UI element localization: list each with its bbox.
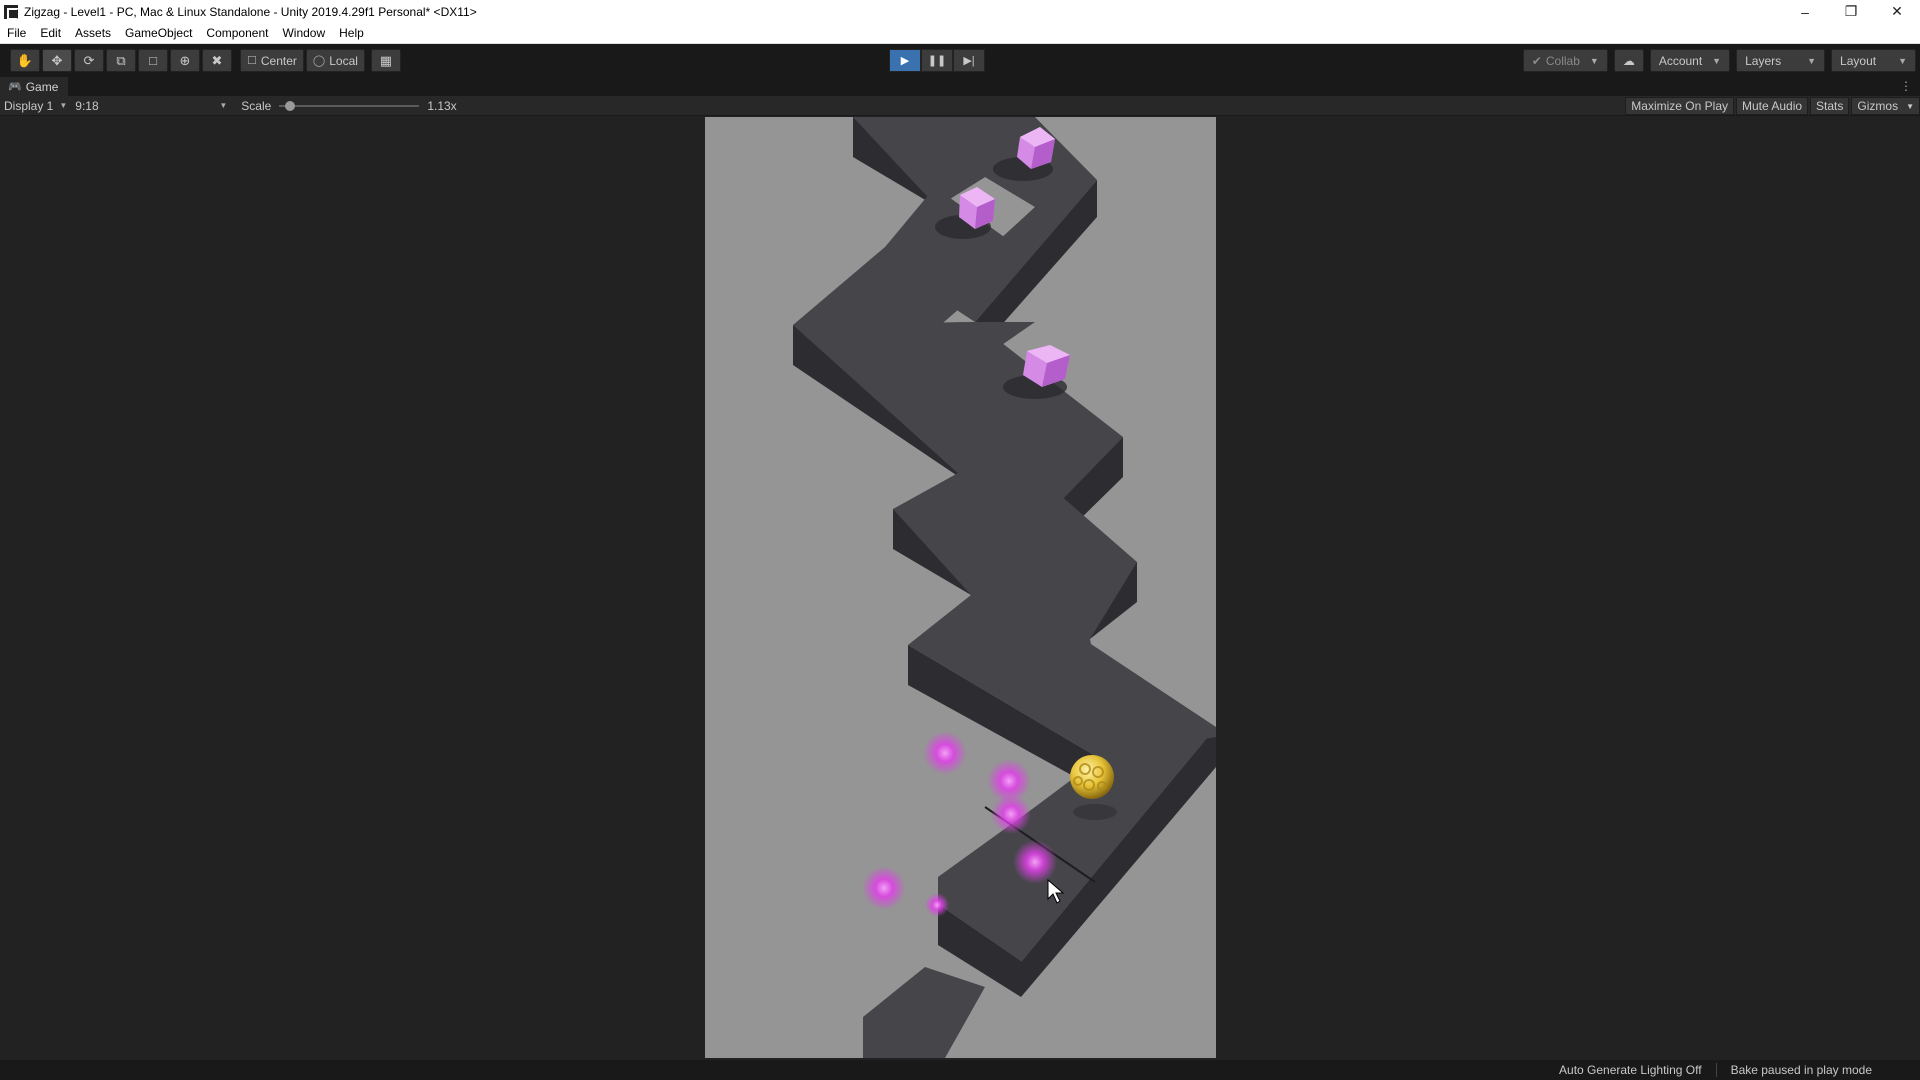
collab-label: Collab	[1545, 53, 1580, 68]
rotate-tool-button[interactable]: ⟳	[74, 49, 104, 72]
account-label: Account	[1658, 53, 1703, 68]
rect-icon: □	[149, 53, 157, 68]
play-button[interactable]: ▶	[889, 49, 921, 72]
grid-icon: ▦	[379, 52, 393, 68]
cloud-button[interactable]: ☁	[1613, 49, 1644, 72]
transform-tools: ✋ ✥ ⟳ ⧉ □ ⊕ ✖	[10, 49, 234, 72]
rotate-icon: ⟳	[83, 52, 95, 68]
title-bar: Zigzag - Level1 - PC, Mac & Linux Standa…	[0, 0, 1920, 23]
pivot-label: Center	[260, 53, 297, 68]
pause-icon: ❚❚	[927, 55, 947, 67]
display-dropdown[interactable]: Display 1 ▼	[0, 99, 71, 113]
play-icon: ▶	[900, 55, 910, 67]
menu-edit[interactable]: Edit	[33, 23, 68, 44]
chevron-down-icon: ▼	[1898, 55, 1907, 66]
scale-label: Scale	[241, 98, 272, 113]
rotation-label: Local	[329, 53, 358, 68]
path-top	[793, 117, 1216, 1058]
aspect-label: 9:18	[75, 98, 99, 113]
window-controls: – ❐ ✕	[1782, 0, 1920, 23]
tab-game[interactable]: 🎮 Game	[0, 77, 69, 96]
collab-button[interactable]: ✔ Collab ▼	[1522, 49, 1608, 72]
right-toolbar: ✔ Collab ▼ ☁ Account ▼ Layers ▼ Layout ▼	[1522, 49, 1920, 72]
move-icon: ✥	[51, 52, 63, 68]
maximize-on-play-toggle[interactable]: Maximize On Play	[1625, 97, 1734, 115]
bake-status: Bake paused in play mode	[1730, 1063, 1872, 1077]
move-tool-button[interactable]: ✥	[42, 49, 72, 72]
auto-lighting-status[interactable]: Auto Generate Lighting Off	[1545, 1063, 1716, 1077]
chevron-down-icon: ▼	[1712, 55, 1722, 66]
gamepad-icon: 🎮	[8, 81, 22, 93]
status-bar: Auto Generate Lighting Off Bake paused i…	[0, 1060, 1920, 1080]
local-icon: ◯	[312, 55, 326, 67]
menu-assets[interactable]: Assets	[68, 23, 118, 44]
menu-bar: File Edit Assets GameObject Component Wi…	[0, 23, 1920, 44]
tab-game-label: Game	[25, 79, 59, 94]
check-icon: ✔	[1531, 53, 1542, 68]
chevron-down-icon: ▼	[1589, 55, 1599, 66]
chevron-down-icon: ▼	[59, 101, 68, 110]
main-toolbar: ✋ ✥ ⟳ ⧉ □ ⊕ ✖ ☐ Center ◯ Local ▦ ▶ ❚❚ ▶|…	[0, 44, 1920, 77]
menu-file[interactable]: File	[0, 23, 33, 44]
scale-tool-button[interactable]: ⧉	[106, 49, 136, 72]
cloud-icon: ☁	[1622, 53, 1635, 68]
minimize-button[interactable]: –	[1782, 0, 1828, 23]
rect-tool-button[interactable]: □	[138, 49, 168, 72]
zigzag-scene	[793, 117, 1216, 1058]
game-view-toggles: Maximize On Play Mute Audio Stats Gizmos…	[1623, 96, 1920, 116]
transform-tool-button[interactable]: ⊕	[170, 49, 200, 72]
mute-audio-toggle[interactable]: Mute Audio	[1736, 97, 1809, 115]
tools-icon: ✖	[211, 52, 223, 68]
game-render-canvas[interactable]	[705, 117, 1216, 1058]
menu-component[interactable]: Component	[199, 23, 275, 44]
close-button[interactable]: ✕	[1874, 0, 1920, 23]
menu-help[interactable]: Help	[332, 23, 371, 44]
game-view-toolbar: Display 1 ▼ 9:18 ▼ Scale 1.13x Maximize …	[0, 96, 1920, 116]
hand-icon: ✋	[16, 52, 34, 68]
gizmos-toggle[interactable]: Gizmos ▼	[1851, 97, 1920, 115]
aspect-dropdown[interactable]: 9:18 ▼	[71, 99, 231, 113]
menu-gameobject[interactable]: GameObject	[118, 23, 199, 44]
chevron-down-icon: ▼	[1807, 55, 1817, 66]
account-dropdown[interactable]: Account ▼	[1649, 49, 1731, 72]
pivot-icon: ☐	[247, 55, 257, 67]
stats-toggle[interactable]: Stats	[1810, 97, 1850, 115]
transform-icon: ⊕	[179, 52, 191, 68]
pivot-rotation-toggle[interactable]: ◯ Local	[305, 49, 365, 72]
kebab-menu-icon[interactable]: ⋮	[1900, 79, 1912, 93]
pivot-center-toggle[interactable]: ☐ Center	[240, 49, 304, 72]
unity-logo-icon	[4, 4, 19, 20]
window-title: Zigzag - Level1 - PC, Mac & Linux Standa…	[24, 4, 477, 19]
layers-dropdown[interactable]: Layers ▼	[1736, 49, 1826, 72]
step-icon: ▶|	[963, 55, 975, 67]
player-ball	[1070, 755, 1117, 820]
display-label: Display 1	[4, 98, 54, 113]
pause-button[interactable]: ❚❚	[921, 49, 953, 72]
grid-snap-button[interactable]: ▦	[370, 49, 401, 72]
layout-label: Layout	[1840, 53, 1877, 68]
menu-window[interactable]: Window	[275, 23, 332, 44]
scale-slider[interactable]	[279, 100, 420, 111]
layout-dropdown[interactable]: Layout ▼	[1831, 49, 1916, 72]
gizmos-label: Gizmos	[1857, 99, 1899, 113]
custom-tool-button[interactable]: ✖	[202, 49, 232, 72]
game-tab-bar: 🎮 Game ⋮	[0, 77, 1920, 96]
hand-tool-button[interactable]: ✋	[10, 49, 40, 72]
play-controls: ▶ ❚❚ ▶|	[889, 49, 985, 72]
step-button[interactable]: ▶|	[953, 49, 985, 72]
restore-button[interactable]: ❐	[1828, 0, 1874, 23]
scale-icon: ⧉	[116, 52, 126, 68]
chevron-down-icon: ▼	[1906, 101, 1914, 111]
game-view	[0, 117, 1920, 1060]
scale-value: 1.13x	[427, 98, 457, 113]
scale-slider-thumb[interactable]	[285, 100, 296, 111]
chevron-down-icon: ▼	[219, 101, 228, 110]
layers-label: Layers	[1745, 53, 1782, 68]
